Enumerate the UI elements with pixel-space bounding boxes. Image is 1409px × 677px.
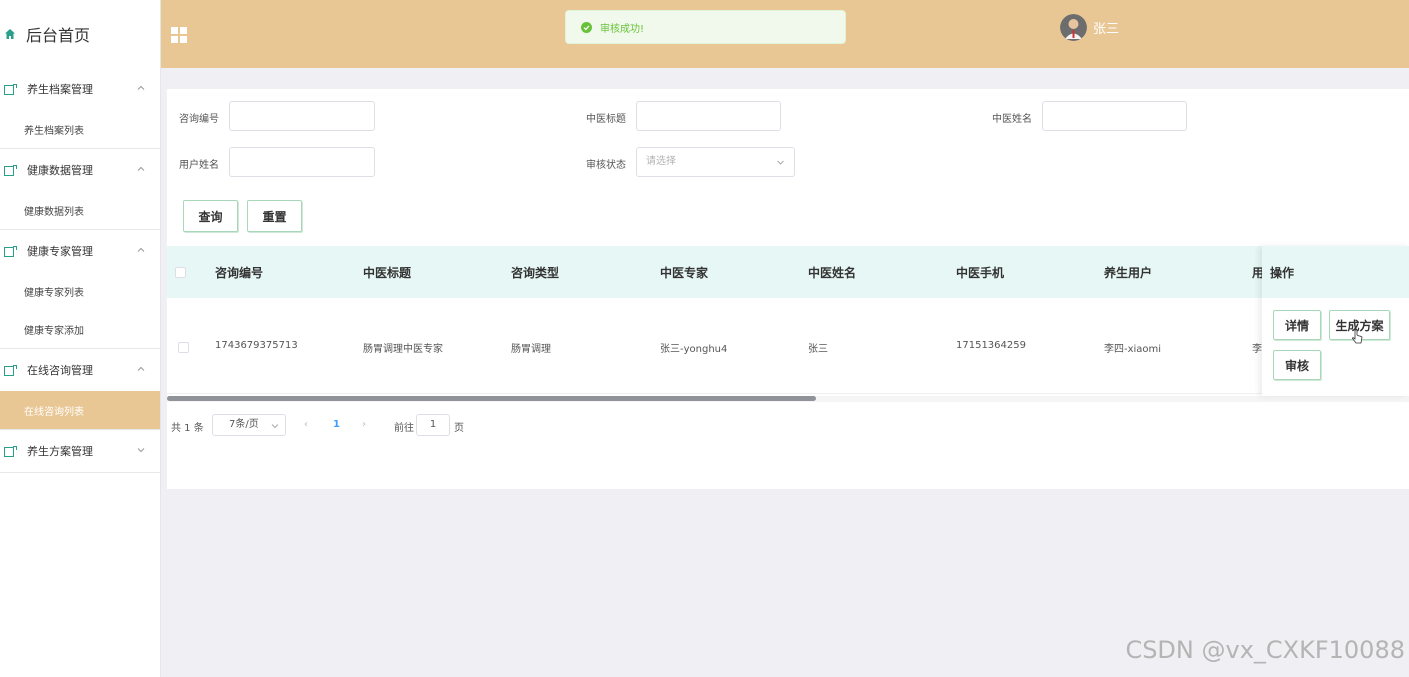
reset-button[interactable]: 重置 — [247, 200, 302, 232]
menu-head-plan[interactable]: 养生方案管理 — [0, 430, 160, 472]
menu-item-health-data-list[interactable]: 健康数据列表 — [0, 191, 160, 229]
user-name-input[interactable] — [229, 147, 375, 177]
user-name-label: 用户姓名 — [179, 160, 219, 171]
tcm-name-input[interactable] — [1042, 101, 1187, 131]
next-page-button[interactable]: › — [362, 419, 366, 430]
menu-item-expert-list[interactable]: 健康专家列表 — [0, 272, 160, 310]
chevron-down-icon — [777, 160, 784, 165]
menu-head-label: 健康专家管理 — [27, 245, 93, 258]
ops-header-label: 操作 — [1270, 266, 1295, 280]
ops-header: 操作 — [1262, 246, 1409, 298]
row-checkbox[interactable] — [178, 342, 189, 353]
menu-group-plan: 养生方案管理 — [0, 430, 160, 473]
chevron-up-icon — [137, 166, 145, 171]
table-scrollbar[interactable] — [167, 396, 816, 401]
menu-head-label: 在线咨询管理 — [27, 364, 93, 377]
detail-button[interactable]: 详情 — [1273, 310, 1321, 340]
menu-group-consult: 在线咨询管理 在线咨询列表 — [0, 349, 160, 430]
prev-page-button[interactable]: ‹ — [304, 419, 308, 430]
folder-icon — [4, 164, 17, 176]
avatar — [1060, 14, 1087, 41]
menu-group-health-data: 健康数据管理 健康数据列表 — [0, 149, 160, 230]
folder-icon — [4, 83, 17, 95]
menu-group-archive: 养生档案管理 养生档案列表 — [0, 68, 160, 149]
menu-head-expert[interactable]: 健康专家管理 — [0, 230, 160, 272]
col-tcm-phone[interactable]: 中医手机 — [956, 264, 1004, 281]
table-row: 1743679375713 肠胃调理中医专家 肠胃调理 张三-yonghu4 张… — [167, 298, 1409, 394]
cell-tcm-expert: 张三-yonghu4 — [660, 344, 728, 355]
home-icon — [5, 29, 15, 39]
watermark: CSDN @vx_CXKF10088 — [1125, 636, 1405, 664]
sidebar-brand-title: 后台首页 — [26, 26, 91, 45]
audit-button[interactable]: 审核 — [1273, 350, 1321, 380]
tcm-title-label: 中医标题 — [586, 114, 626, 125]
menu-item-expert-add[interactable]: 健康专家添加 — [0, 310, 160, 348]
cell-consult-no: 1743679375713 — [215, 340, 298, 351]
menu-group-expert: 健康专家管理 健康专家列表 健康专家添加 — [0, 230, 160, 349]
user-name: 张三 — [1093, 22, 1120, 37]
grid-menu-icon[interactable] — [171, 27, 187, 43]
audit-status-placeholder: 请选择 — [646, 156, 676, 167]
tcm-name-label: 中医姓名 — [992, 114, 1032, 125]
col-tcm-name[interactable]: 中医姓名 — [808, 264, 856, 281]
menu-item-archive-list[interactable]: 养生档案列表 — [0, 110, 160, 148]
consult-no-input[interactable] — [229, 101, 375, 131]
menu-head-label: 养生档案管理 — [27, 83, 93, 96]
folder-icon — [4, 245, 17, 257]
col-user[interactable]: 养生用户 — [1104, 264, 1152, 281]
page-size-value: 7条/页 — [229, 419, 259, 430]
menu-head-label: 健康数据管理 — [27, 164, 93, 177]
table-header: 咨询编号 中医标题 咨询类型 中医专家 中医姓名 中医手机 养生用户 用 — [167, 246, 1409, 298]
menu-head-label: 养生方案管理 — [27, 445, 93, 458]
toast-message: 审核成功! — [600, 23, 645, 35]
cell-consult-type: 肠胃调理 — [511, 344, 551, 355]
consult-no-label: 咨询编号 — [179, 114, 219, 125]
pagination-total: 共 1 条 — [171, 423, 204, 434]
cell-tcm-title: 肠胃调理中医专家 — [363, 344, 443, 355]
col-tcm-title[interactable]: 中医标题 — [363, 264, 411, 281]
success-toast: 审核成功! — [565, 10, 846, 44]
menu-head-health-data[interactable]: 健康数据管理 — [0, 149, 160, 191]
audit-status-label: 审核状态 — [586, 160, 626, 171]
ops-column: 操作 详情 生成方案 审核 — [1262, 246, 1409, 396]
folder-icon — [4, 445, 17, 457]
goto-page-input[interactable]: 1 — [416, 414, 450, 436]
user-menu[interactable]: 张三 — [1060, 14, 1119, 41]
query-button[interactable]: 查询 — [183, 200, 238, 232]
menu-head-consult[interactable]: 在线咨询管理 — [0, 349, 160, 391]
tcm-title-input[interactable] — [636, 101, 781, 131]
main-panel: 咨询编号 中医标题 中医姓名 用户姓名 审核状态 请选择 查询 重置 咨询编号 … — [167, 89, 1409, 489]
chevron-up-icon — [137, 366, 145, 371]
goto-suffix: 页 — [454, 423, 464, 434]
chevron-down-icon — [137, 448, 145, 453]
cell-tcm-phone: 17151364259 — [956, 340, 1026, 351]
col-consult-type[interactable]: 咨询类型 — [511, 264, 559, 281]
goto-label: 前往 — [394, 423, 414, 434]
sidebar: 后台首页 养生档案管理 养生档案列表 健康数据管理 健康数据列表 健康专家管理 … — [0, 0, 161, 677]
select-all-checkbox[interactable] — [175, 267, 186, 278]
menu-head-archive[interactable]: 养生档案管理 — [0, 68, 160, 110]
chevron-up-icon — [137, 85, 145, 90]
menu-item-consult-list[interactable]: 在线咨询列表 — [0, 391, 160, 429]
folder-icon — [4, 364, 17, 376]
top-header: 审核成功! 张三 — [161, 0, 1409, 68]
col-consult-no[interactable]: 咨询编号 — [215, 264, 263, 281]
sidebar-brand[interactable]: 后台首页 — [0, 0, 160, 68]
chevron-up-icon — [137, 247, 145, 252]
pagination: 共 1 条 7条/页 ‹ 1 › 前往 1 页 — [167, 414, 767, 436]
page-size-select[interactable]: 7条/页 — [212, 414, 286, 436]
check-circle-icon — [581, 21, 592, 33]
chevron-down-icon — [271, 424, 279, 429]
cell-user: 李四-xiaomi — [1104, 344, 1162, 355]
current-page[interactable]: 1 — [333, 419, 340, 430]
audit-status-select[interactable]: 请选择 — [636, 147, 795, 177]
col-tcm-expert[interactable]: 中医专家 — [660, 264, 708, 281]
cell-user-truncated: 李 — [1252, 344, 1262, 355]
mouse-cursor-icon — [1352, 329, 1363, 344]
cell-tcm-name: 张三 — [808, 344, 828, 355]
